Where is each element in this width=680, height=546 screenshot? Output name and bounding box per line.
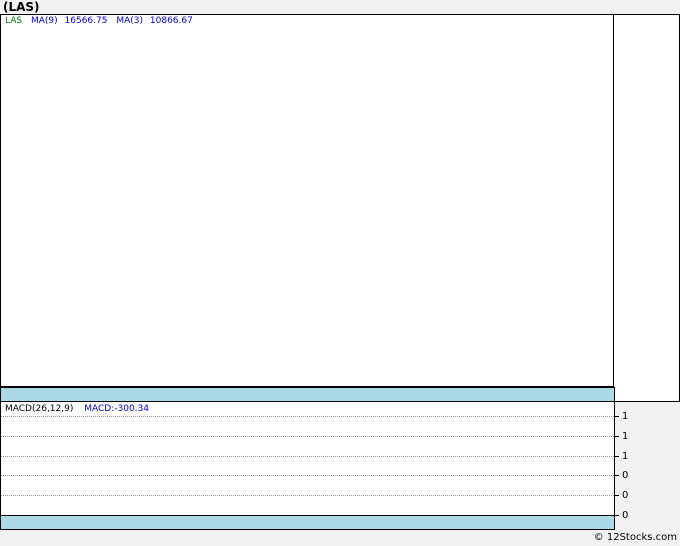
macd-value: MACD:-300.34 xyxy=(84,404,149,414)
macd-tick-label: 0 xyxy=(622,489,629,501)
credit-text: © 12Stocks.com xyxy=(593,532,677,543)
macd-tick-label: 1 xyxy=(622,430,629,442)
macd-bottom-band xyxy=(0,515,615,530)
macd-label: MACD(26,12,9) xyxy=(5,404,74,414)
macd-grid xyxy=(1,416,619,516)
macd-tick-label: 1 xyxy=(622,410,629,422)
macd-tick-label: 0 xyxy=(622,509,629,521)
macd-tick-label: 1 xyxy=(622,450,629,462)
macd-tick-label: 0 xyxy=(622,469,629,481)
macd-legend: MACD(26,12,9) MACD:-300.34 xyxy=(5,404,157,415)
